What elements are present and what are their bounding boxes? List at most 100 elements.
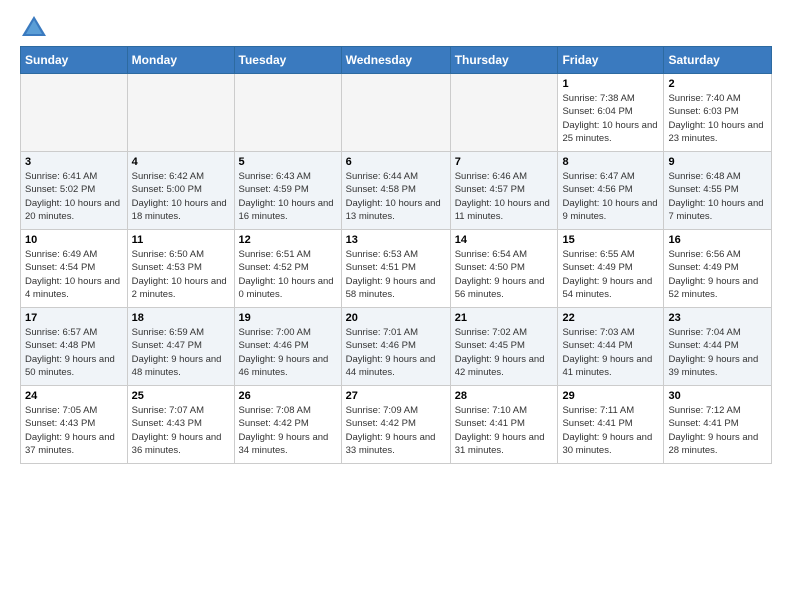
calendar-cell: 11 Sunrise: 6:50 AM Sunset: 4:53 PM Dayli… [127,230,234,308]
day-number: 9 [668,156,767,168]
day-number: 15 [562,234,659,246]
calendar-cell [21,74,128,152]
day-number: 2 [668,78,767,90]
calendar-cell: 18 Sunrise: 6:59 AM Sunset: 4:47 PM Dayli… [127,308,234,386]
day-info: Sunrise: 6:56 AM Sunset: 4:49 PM Dayligh… [668,248,767,301]
day-number: 26 [239,390,337,402]
day-info: Sunrise: 7:03 AM Sunset: 4:44 PM Dayligh… [562,326,659,379]
day-info: Sunrise: 7:01 AM Sunset: 4:46 PM Dayligh… [346,326,446,379]
day-info: Sunrise: 6:53 AM Sunset: 4:51 PM Dayligh… [346,248,446,301]
calendar-week-2: 3Sunrise: 6:41 AM Sunset: 5:02 PM Daylig… [21,152,772,230]
day-info: Sunrise: 6:55 AM Sunset: 4:49 PM Dayligh… [562,248,659,301]
day-number: 25 [132,390,230,402]
calendar-cell: 26 Sunrise: 7:08 AM Sunset: 4:42 PM Dayli… [234,386,341,464]
calendar-cell: 1 Sunrise: 7:38 AM Sunset: 6:04 PM Daylig… [558,74,664,152]
calendar-cell: 13 Sunrise: 6:53 AM Sunset: 4:51 PM Dayli… [341,230,450,308]
calendar-cell: 25 Sunrise: 7:07 AM Sunset: 4:43 PM Dayli… [127,386,234,464]
day-info: Sunrise: 7:07 AM Sunset: 4:43 PM Dayligh… [132,404,230,457]
day-info: Sunrise: 6:54 AM Sunset: 4:50 PM Dayligh… [455,248,554,301]
calendar-cell: 8Sunrise: 6:47 AM Sunset: 4:56 PM Daylig… [558,152,664,230]
logo-icon [22,16,46,36]
calendar-cell: 22 Sunrise: 7:03 AM Sunset: 4:44 PM Dayli… [558,308,664,386]
calendar-header-friday: Friday [558,47,664,74]
day-info: Sunrise: 6:48 AM Sunset: 4:55 PM Dayligh… [668,170,767,223]
calendar-cell [341,74,450,152]
day-info: Sunrise: 7:40 AM Sunset: 6:03 PM Dayligh… [668,92,767,145]
calendar-header-wednesday: Wednesday [341,47,450,74]
calendar-cell: 4Sunrise: 6:42 AM Sunset: 5:00 PM Daylig… [127,152,234,230]
day-info: Sunrise: 7:10 AM Sunset: 4:41 PM Dayligh… [455,404,554,457]
day-info: Sunrise: 7:00 AM Sunset: 4:46 PM Dayligh… [239,326,337,379]
day-number: 11 [132,234,230,246]
calendar-header-sunday: Sunday [21,47,128,74]
day-info: Sunrise: 6:50 AM Sunset: 4:53 PM Dayligh… [132,248,230,301]
calendar-cell: 3Sunrise: 6:41 AM Sunset: 5:02 PM Daylig… [21,152,128,230]
day-number: 27 [346,390,446,402]
day-number: 19 [239,312,337,324]
calendar-cell: 7 Sunrise: 6:46 AM Sunset: 4:57 PM Daylig… [450,152,558,230]
calendar-cell [450,74,558,152]
day-number: 12 [239,234,337,246]
calendar-cell: 16 Sunrise: 6:56 AM Sunset: 4:49 PM Dayli… [664,230,772,308]
day-info: Sunrise: 6:49 AM Sunset: 4:54 PM Dayligh… [25,248,123,301]
day-number: 21 [455,312,554,324]
day-info: Sunrise: 7:04 AM Sunset: 4:44 PM Dayligh… [668,326,767,379]
day-number: 20 [346,312,446,324]
calendar-cell: 29 Sunrise: 7:11 AM Sunset: 4:41 PM Dayli… [558,386,664,464]
day-number: 7 [455,156,554,168]
day-number: 4 [132,156,230,168]
day-info: Sunrise: 6:41 AM Sunset: 5:02 PM Dayligh… [25,170,123,223]
page: SundayMondayTuesdayWednesdayThursdayFrid… [0,0,792,612]
calendar-cell: 6Sunrise: 6:44 AM Sunset: 4:58 PM Daylig… [341,152,450,230]
calendar-cell: 27 Sunrise: 7:09 AM Sunset: 4:42 PM Dayli… [341,386,450,464]
day-info: Sunrise: 7:09 AM Sunset: 4:42 PM Dayligh… [346,404,446,457]
header [20,16,772,36]
calendar-table: SundayMondayTuesdayWednesdayThursdayFrid… [20,46,772,464]
day-info: Sunrise: 7:08 AM Sunset: 4:42 PM Dayligh… [239,404,337,457]
day-number: 29 [562,390,659,402]
calendar-cell: 30Sunrise: 7:12 AM Sunset: 4:41 PM Dayli… [664,386,772,464]
calendar-header-row: SundayMondayTuesdayWednesdayThursdayFrid… [21,47,772,74]
calendar-week-1: 1 Sunrise: 7:38 AM Sunset: 6:04 PM Daylig… [21,74,772,152]
calendar-cell: 12 Sunrise: 6:51 AM Sunset: 4:52 PM Dayli… [234,230,341,308]
day-info: Sunrise: 6:59 AM Sunset: 4:47 PM Dayligh… [132,326,230,379]
calendar-header-tuesday: Tuesday [234,47,341,74]
calendar-week-3: 10 Sunrise: 6:49 AM Sunset: 4:54 PM Dayli… [21,230,772,308]
day-number: 30 [668,390,767,402]
calendar-cell: 9 Sunrise: 6:48 AM Sunset: 4:55 PM Daylig… [664,152,772,230]
day-number: 13 [346,234,446,246]
day-number: 28 [455,390,554,402]
calendar-cell: 19 Sunrise: 7:00 AM Sunset: 4:46 PM Dayli… [234,308,341,386]
calendar-header-monday: Monday [127,47,234,74]
day-number: 23 [668,312,767,324]
calendar-week-4: 17Sunrise: 6:57 AM Sunset: 4:48 PM Dayli… [21,308,772,386]
day-info: Sunrise: 6:46 AM Sunset: 4:57 PM Dayligh… [455,170,554,223]
calendar-cell [234,74,341,152]
calendar-cell: 10 Sunrise: 6:49 AM Sunset: 4:54 PM Dayli… [21,230,128,308]
calendar-cell: 17Sunrise: 6:57 AM Sunset: 4:48 PM Dayli… [21,308,128,386]
day-number: 22 [562,312,659,324]
calendar-cell: 24 Sunrise: 7:05 AM Sunset: 4:43 PM Dayli… [21,386,128,464]
calendar-header-thursday: Thursday [450,47,558,74]
day-info: Sunrise: 7:05 AM Sunset: 4:43 PM Dayligh… [25,404,123,457]
day-number: 1 [562,78,659,90]
day-number: 24 [25,390,123,402]
day-info: Sunrise: 7:11 AM Sunset: 4:41 PM Dayligh… [562,404,659,457]
logo [20,16,46,36]
calendar-cell: 23 Sunrise: 7:04 AM Sunset: 4:44 PM Dayli… [664,308,772,386]
day-info: Sunrise: 7:02 AM Sunset: 4:45 PM Dayligh… [455,326,554,379]
day-number: 6 [346,156,446,168]
day-info: Sunrise: 6:47 AM Sunset: 4:56 PM Dayligh… [562,170,659,223]
calendar-cell: 21 Sunrise: 7:02 AM Sunset: 4:45 PM Dayli… [450,308,558,386]
calendar-cell: 2 Sunrise: 7:40 AM Sunset: 6:03 PM Daylig… [664,74,772,152]
day-number: 16 [668,234,767,246]
calendar-cell: 5Sunrise: 6:43 AM Sunset: 4:59 PM Daylig… [234,152,341,230]
day-number: 10 [25,234,123,246]
day-info: Sunrise: 6:51 AM Sunset: 4:52 PM Dayligh… [239,248,337,301]
day-info: Sunrise: 6:43 AM Sunset: 4:59 PM Dayligh… [239,170,337,223]
day-number: 18 [132,312,230,324]
day-info: Sunrise: 6:57 AM Sunset: 4:48 PM Dayligh… [25,326,123,379]
day-info: Sunrise: 7:38 AM Sunset: 6:04 PM Dayligh… [562,92,659,145]
day-number: 14 [455,234,554,246]
calendar-week-5: 24 Sunrise: 7:05 AM Sunset: 4:43 PM Dayli… [21,386,772,464]
